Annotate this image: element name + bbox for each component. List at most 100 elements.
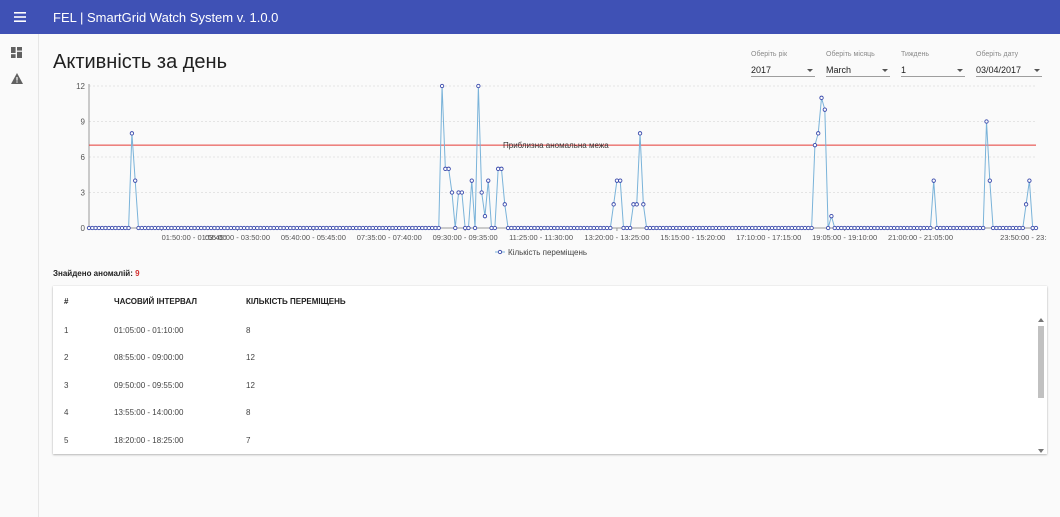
warning-icon[interactable]	[11, 71, 27, 87]
row-number: 3	[64, 381, 69, 390]
table-row[interactable]: 4 13:55:00 - 14:00:00 8	[53, 398, 1033, 425]
data-point: 21:15:00 - 21:20:00: 0	[928, 225, 933, 231]
data-point: 22:45:00 - 22:50:00: 4	[987, 178, 992, 183]
anomaly-count: 9	[135, 269, 140, 278]
anomaly-table: # ЧАСОВИЙ ІНТЕРВАЛ КІЛЬКІСТЬ ПЕРЕМІЩЕНЬ …	[53, 286, 1047, 454]
chart-axes: 03691201:50:00 - 01:55:0003:45:00 - 03:5…	[76, 82, 1047, 242]
data-point: 23:45:00 - 23:50:00: 4	[1027, 178, 1032, 183]
x-tick-label: 05:40:00 - 05:45:00	[281, 233, 346, 242]
data-point: 09:55:00 - 10:00:00: 3	[479, 190, 484, 195]
table-body: 1 01:05:00 - 01:10:00 8 2 08:55:00 - 09:…	[53, 316, 1047, 454]
page-title: Активність за день	[53, 51, 228, 73]
date-filter: Оберіть дату 03/04/2017	[976, 51, 1042, 77]
data-point: 18:35:00 - 18:40:00: 10	[822, 107, 827, 112]
data-point: 18:15:00 - 18:20:00: 0	[809, 225, 814, 231]
data-point: 22:40:00 - 22:45:00: 9	[984, 119, 989, 124]
week-select-value: 1	[901, 65, 907, 75]
week-select[interactable]: 1	[901, 60, 965, 77]
x-tick-label: 21:00:00 - 21:05:00	[888, 233, 953, 242]
dropdown-arrow-icon	[1034, 69, 1040, 72]
row-count: 8	[246, 408, 251, 417]
year-select[interactable]: 2017	[751, 60, 815, 77]
app-bar: FEL | SmartGrid Watch System v. 1.0.0	[0, 0, 1060, 34]
table-scrollbar[interactable]	[1037, 318, 1045, 453]
data-point: 10:25:00 - 10:30:00: 5	[499, 166, 504, 171]
row-number: 2	[64, 353, 69, 362]
data-point: 18:45:00 - 18:50:00: 1	[829, 214, 834, 219]
data-point: 09:35:00 - 09:40:00: 0	[466, 225, 471, 231]
table-row[interactable]: 1 01:05:00 - 01:10:00 8	[53, 316, 1033, 343]
x-tick-label: 09:30:00 - 09:35:00	[433, 233, 498, 242]
y-tick-label: 0	[81, 224, 86, 233]
sidebar	[0, 34, 39, 517]
table-row[interactable]: 5 18:20:00 - 18:25:00 7	[53, 426, 1033, 453]
row-interval: 18:20:00 - 18:25:00	[114, 436, 184, 445]
table-header: # ЧАСОВИЙ ІНТЕРВАЛ КІЛЬКІСТЬ ПЕРЕМІЩЕНЬ	[53, 286, 1047, 316]
dropdown-arrow-icon	[882, 69, 888, 72]
row-interval: 13:55:00 - 14:00:00	[114, 408, 184, 417]
dropdown-arrow-icon	[807, 69, 813, 72]
month-select-value: March	[826, 65, 852, 75]
row-count: 7	[246, 436, 251, 445]
legend-swatch-marker	[497, 249, 503, 255]
header-interval: ЧАСОВИЙ ІНТЕРВАЛ	[114, 297, 197, 306]
data-point: 08:55:00 - 09:00:00: 12	[439, 83, 445, 89]
data-point: 09:45:00 - 09:50:00: 0	[472, 225, 478, 231]
week-filter: Тиждень 1	[901, 51, 965, 77]
x-tick-label: 19:05:00 - 19:10:00	[812, 233, 877, 242]
row-interval: 01:05:00 - 01:10:00	[114, 326, 184, 335]
scroll-up-arrow-icon[interactable]	[1038, 318, 1044, 322]
data-point: 10:00:00 - 10:05:00: 1	[482, 214, 488, 219]
data-point: 18:25:00 - 18:30:00: 8	[816, 131, 821, 136]
row-number: 4	[64, 408, 69, 417]
data-point: 10:05:00 - 10:10:00: 4	[486, 178, 491, 183]
data-point: 13:55:00 - 14:00:00: 8	[637, 131, 643, 136]
row-interval: 08:55:00 - 09:00:00	[114, 353, 184, 362]
scroll-down-arrow-icon[interactable]	[1038, 449, 1044, 453]
date-select-value: 03/04/2017	[976, 65, 1022, 75]
data-point: 14:00:00 - 14:05:00: 2	[641, 202, 646, 207]
threshold-group: Приблизна аномальна межа	[89, 141, 1036, 150]
data-point: 09:25:00 - 09:30:00: 3	[459, 190, 465, 195]
month-filter: Оберіть місяць March	[826, 51, 890, 77]
data-point: 09:40:00 - 09:45:00: 4	[469, 178, 474, 183]
data-point: 18:30:00 - 18:35:00: 11	[819, 95, 824, 100]
app-title: FEL | SmartGrid Watch System v. 1.0.0	[53, 9, 279, 25]
data-point: 23:55:00 - 00:00:00: 0	[1033, 225, 1039, 231]
data-point: 23:40:00 - 23:45:00: 2	[1023, 202, 1029, 207]
table-row[interactable]: 3 09:50:00 - 09:55:00 12	[53, 371, 1033, 398]
data-point: 22:35:00 - 22:40:00: 0	[981, 225, 986, 231]
row-count: 8	[246, 326, 251, 335]
year-filter: Оберіть рік 2017	[751, 51, 815, 77]
y-tick-label: 9	[81, 118, 86, 127]
y-tick-label: 3	[81, 189, 86, 198]
data-point: 08:50:00 - 08:55:00: 0	[436, 225, 441, 231]
dashboard-icon[interactable]	[11, 45, 27, 61]
table-row[interactable]: 2 08:55:00 - 09:00:00 12	[53, 343, 1033, 370]
threshold-label: Приблизна аномальна межа	[503, 141, 609, 150]
data-point: 13:15:00 - 13:20:00: 2	[611, 202, 616, 207]
hamburger-menu-icon[interactable]	[0, 0, 40, 34]
data-point: 01:00:00 - 01:05:00: 0	[126, 225, 131, 231]
data-point: 13:40:00 - 13:45:00: 0	[627, 225, 633, 231]
x-tick-label: 07:35:00 - 07:40:00	[357, 233, 422, 242]
data-point: 13:10:00 - 13:15:00: 0	[608, 225, 613, 231]
dropdown-arrow-icon	[957, 69, 963, 72]
date-select[interactable]: 03/04/2017	[976, 60, 1042, 77]
row-count: 12	[246, 353, 255, 362]
row-interval: 09:50:00 - 09:55:00	[114, 381, 184, 390]
row-number: 1	[64, 326, 69, 335]
month-select[interactable]: March	[826, 60, 890, 77]
y-tick-label: 12	[76, 82, 85, 91]
data-point: 09:05:00 - 09:10:00: 5	[446, 166, 451, 171]
date-filter-label: Оберіть дату	[976, 51, 1019, 58]
header-number: #	[64, 297, 69, 306]
data-point: 21:20:00 - 21:25:00: 4	[931, 178, 936, 183]
scrollbar-thumb[interactable]	[1038, 326, 1044, 398]
row-number: 5	[64, 436, 69, 445]
x-tick-label: 23:50:00 - 23:55:00	[1000, 233, 1047, 242]
data-point: 09:10:00 - 09:15:00: 3	[449, 190, 455, 195]
year-filter-label: Оберіть рік	[751, 51, 788, 58]
x-tick-label: 15:15:00 - 15:20:00	[660, 233, 725, 242]
data-point: 01:05:00 - 01:10:00: 8	[129, 131, 135, 136]
